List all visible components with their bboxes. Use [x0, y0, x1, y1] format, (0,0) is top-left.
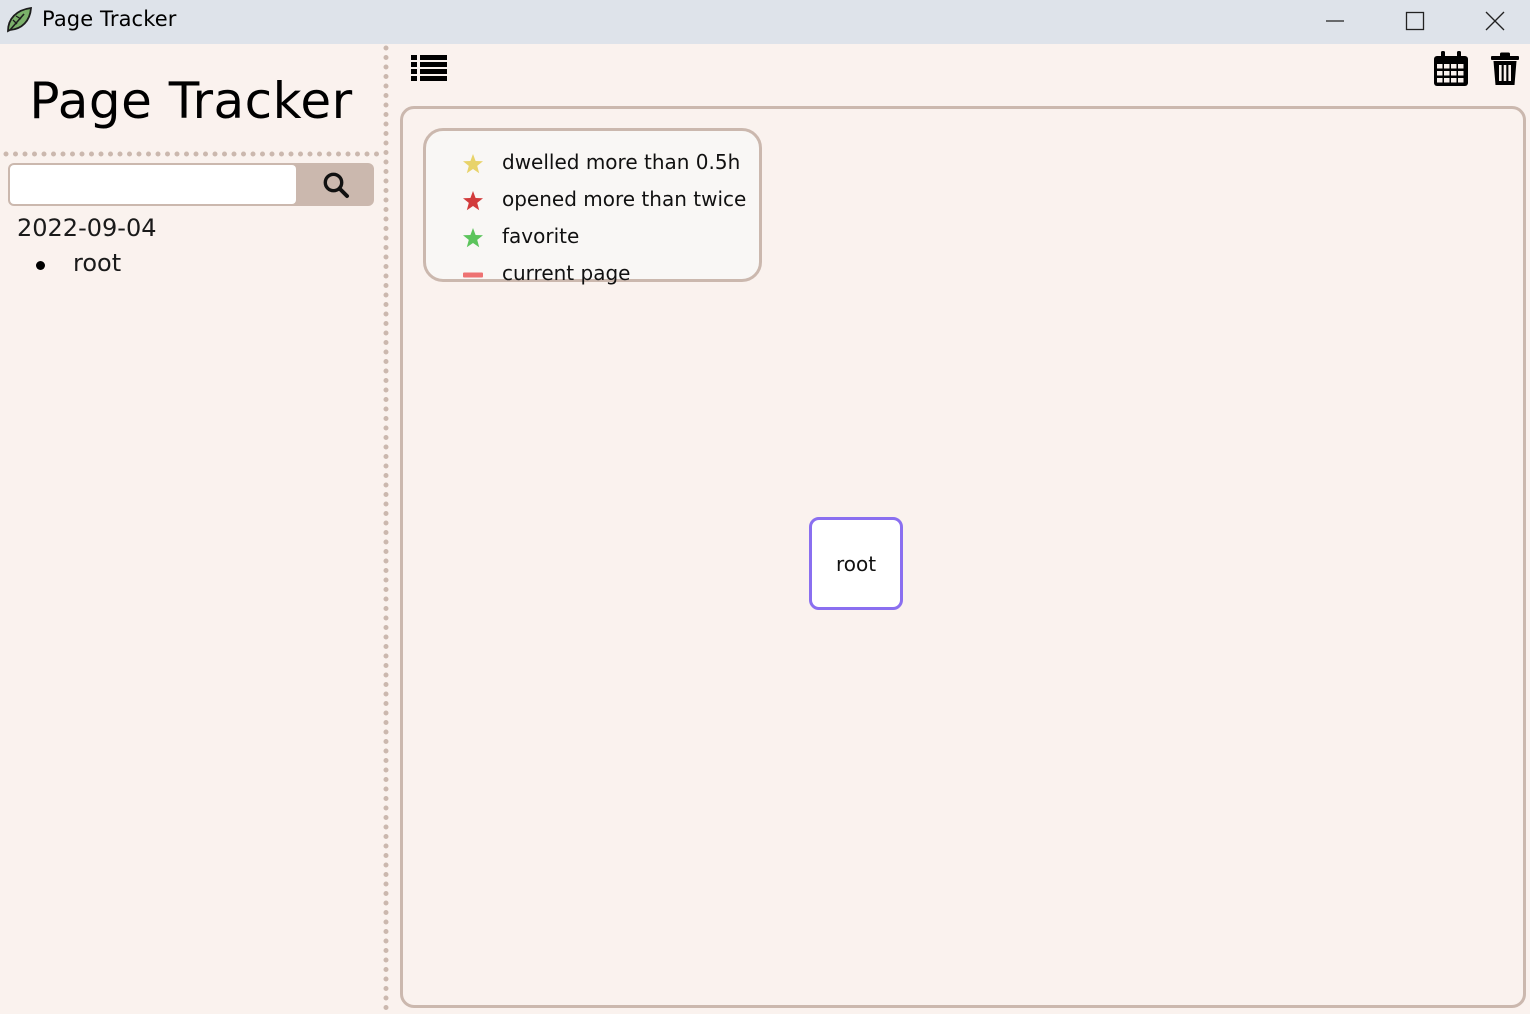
search-icon [323, 172, 349, 198]
search-bar [8, 163, 374, 206]
calendar-icon[interactable] [1432, 50, 1470, 88]
legend-label: current page [502, 261, 631, 285]
graph-node-label: root [835, 551, 877, 576]
title-bar: Page Tracker [0, 0, 1530, 44]
minimize-button[interactable] [1300, 0, 1370, 44]
legend-item-current: current page [426, 259, 756, 291]
legend-label: opened more than twice [502, 187, 747, 211]
leaf-app-icon [7, 6, 32, 33]
legend: dwelled more than 0.5h opened more than … [423, 128, 762, 285]
search-button[interactable] [298, 163, 374, 206]
sidebar-title: Page Tracker [29, 72, 353, 130]
minimize-icon [1326, 20, 1344, 22]
legend-item-dwelled: dwelled more than 0.5h [426, 148, 756, 180]
search-input[interactable] [10, 165, 296, 204]
star-icon [463, 154, 483, 174]
sidebar: Page Tracker 2022-09-04 root [0, 44, 382, 1014]
list-item[interactable]: root [0, 249, 370, 283]
trash-icon[interactable] [1490, 52, 1520, 86]
legend-label: dwelled more than 0.5h [502, 150, 741, 174]
maximize-icon [1405, 11, 1425, 31]
date-heading: 2022-09-04 [17, 214, 157, 242]
star-icon [463, 228, 483, 248]
graph-node[interactable]: root [809, 517, 903, 610]
close-button[interactable] [1460, 0, 1530, 44]
close-icon [1485, 11, 1505, 31]
dotted-divider [3, 151, 382, 157]
maximize-button[interactable] [1380, 0, 1450, 44]
bullet-icon [36, 261, 45, 270]
list-view-icon[interactable] [410, 52, 448, 84]
window-title: Page Tracker [42, 7, 177, 31]
dash-icon [463, 272, 483, 278]
legend-item-favorite: favorite [426, 222, 756, 254]
star-icon [463, 191, 483, 211]
graph-canvas[interactable]: dwelled more than 0.5h opened more than … [400, 106, 1526, 1008]
page-list: root [0, 249, 370, 283]
legend-item-opened: opened more than twice [426, 185, 756, 217]
vertical-dotted-divider [383, 45, 389, 1014]
list-item-label: root [73, 249, 122, 277]
legend-label: favorite [502, 224, 580, 248]
